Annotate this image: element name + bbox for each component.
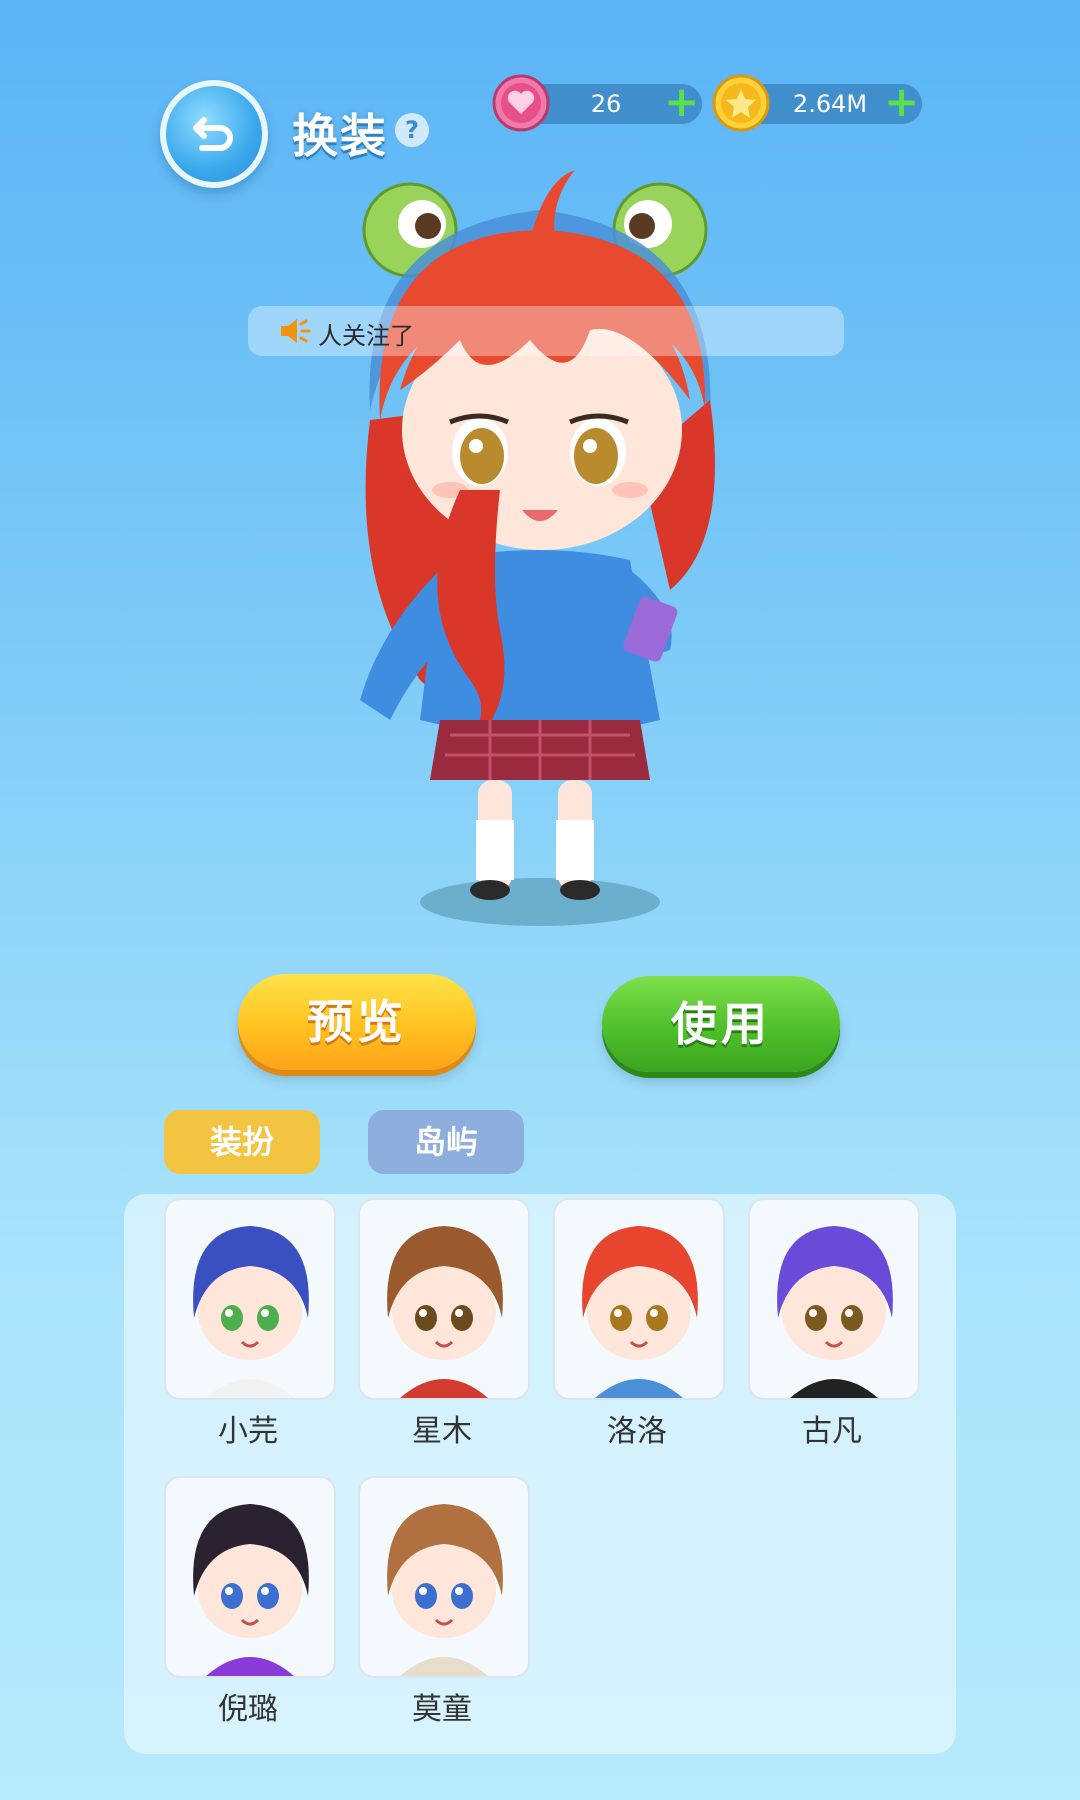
hearts-value: 26 bbox=[590, 90, 622, 118]
add-coins-button[interactable]: + bbox=[884, 81, 919, 123]
help-icon[interactable]: ? bbox=[395, 113, 429, 147]
character-card[interactable] bbox=[358, 1476, 530, 1678]
character-portrait bbox=[387, 1226, 503, 1398]
character-name: 洛洛 bbox=[607, 1414, 667, 1449]
character-card[interactable] bbox=[748, 1198, 920, 1400]
character-card[interactable] bbox=[358, 1198, 530, 1400]
character-name: 星木 bbox=[412, 1414, 472, 1449]
character-name: 古凡 bbox=[802, 1414, 862, 1449]
coins-value: 2.64M bbox=[792, 90, 868, 118]
avatar-preview bbox=[330, 160, 750, 930]
character-card[interactable] bbox=[164, 1198, 336, 1400]
star-coin-icon bbox=[712, 74, 770, 132]
character-name: 倪璐 bbox=[218, 1692, 278, 1727]
tab-island[interactable]: 岛屿 bbox=[368, 1110, 524, 1174]
character-portrait bbox=[193, 1226, 309, 1398]
speaker-icon bbox=[278, 314, 312, 348]
character-portrait bbox=[582, 1226, 698, 1398]
character-portrait bbox=[387, 1504, 503, 1676]
character-card[interactable] bbox=[553, 1198, 725, 1400]
add-hearts-button[interactable]: + bbox=[664, 81, 699, 123]
preview-button[interactable]: 预览 bbox=[238, 974, 476, 1070]
character-name: 莫童 bbox=[412, 1692, 472, 1727]
back-arrow-icon bbox=[193, 117, 233, 151]
use-button[interactable]: 使用 bbox=[602, 976, 840, 1072]
tab-dress-up[interactable]: 装扮 bbox=[164, 1110, 320, 1174]
page-title: 换装 bbox=[292, 109, 388, 163]
character-portrait bbox=[777, 1226, 893, 1398]
character-name: 小芫 bbox=[218, 1414, 278, 1449]
back-button[interactable] bbox=[160, 80, 268, 188]
character-portrait bbox=[193, 1504, 309, 1676]
heart-icon bbox=[492, 74, 550, 132]
character-card[interactable] bbox=[164, 1476, 336, 1678]
notice-text: 人关注了 bbox=[318, 322, 414, 350]
